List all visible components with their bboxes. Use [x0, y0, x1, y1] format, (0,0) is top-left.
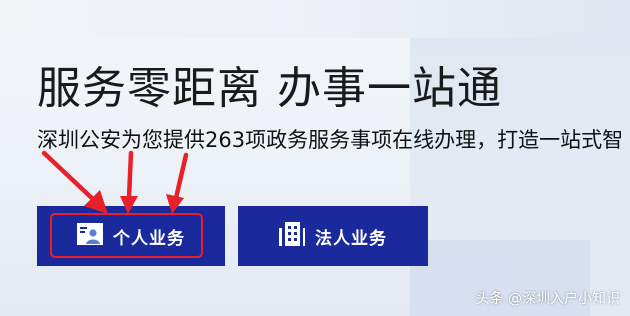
personal-business-button[interactable]: 个人业务: [37, 206, 225, 266]
hero-headline: 服务零距离 办事一站通: [37, 63, 502, 114]
corporate-business-button[interactable]: 法人业务: [238, 206, 428, 266]
top-banner-strip: [0, 0, 630, 38]
hero-subtitle: 深圳公安为您提供263项政务服务事项在线办理，打造一站式智: [37, 128, 624, 152]
building-icon: [279, 222, 305, 250]
personal-business-label: 个人业务: [113, 228, 185, 249]
corporate-business-label: 法人业务: [315, 228, 387, 249]
person-card-icon: [77, 223, 103, 249]
source-watermark: 头条 @深圳入户小知识: [475, 291, 620, 307]
